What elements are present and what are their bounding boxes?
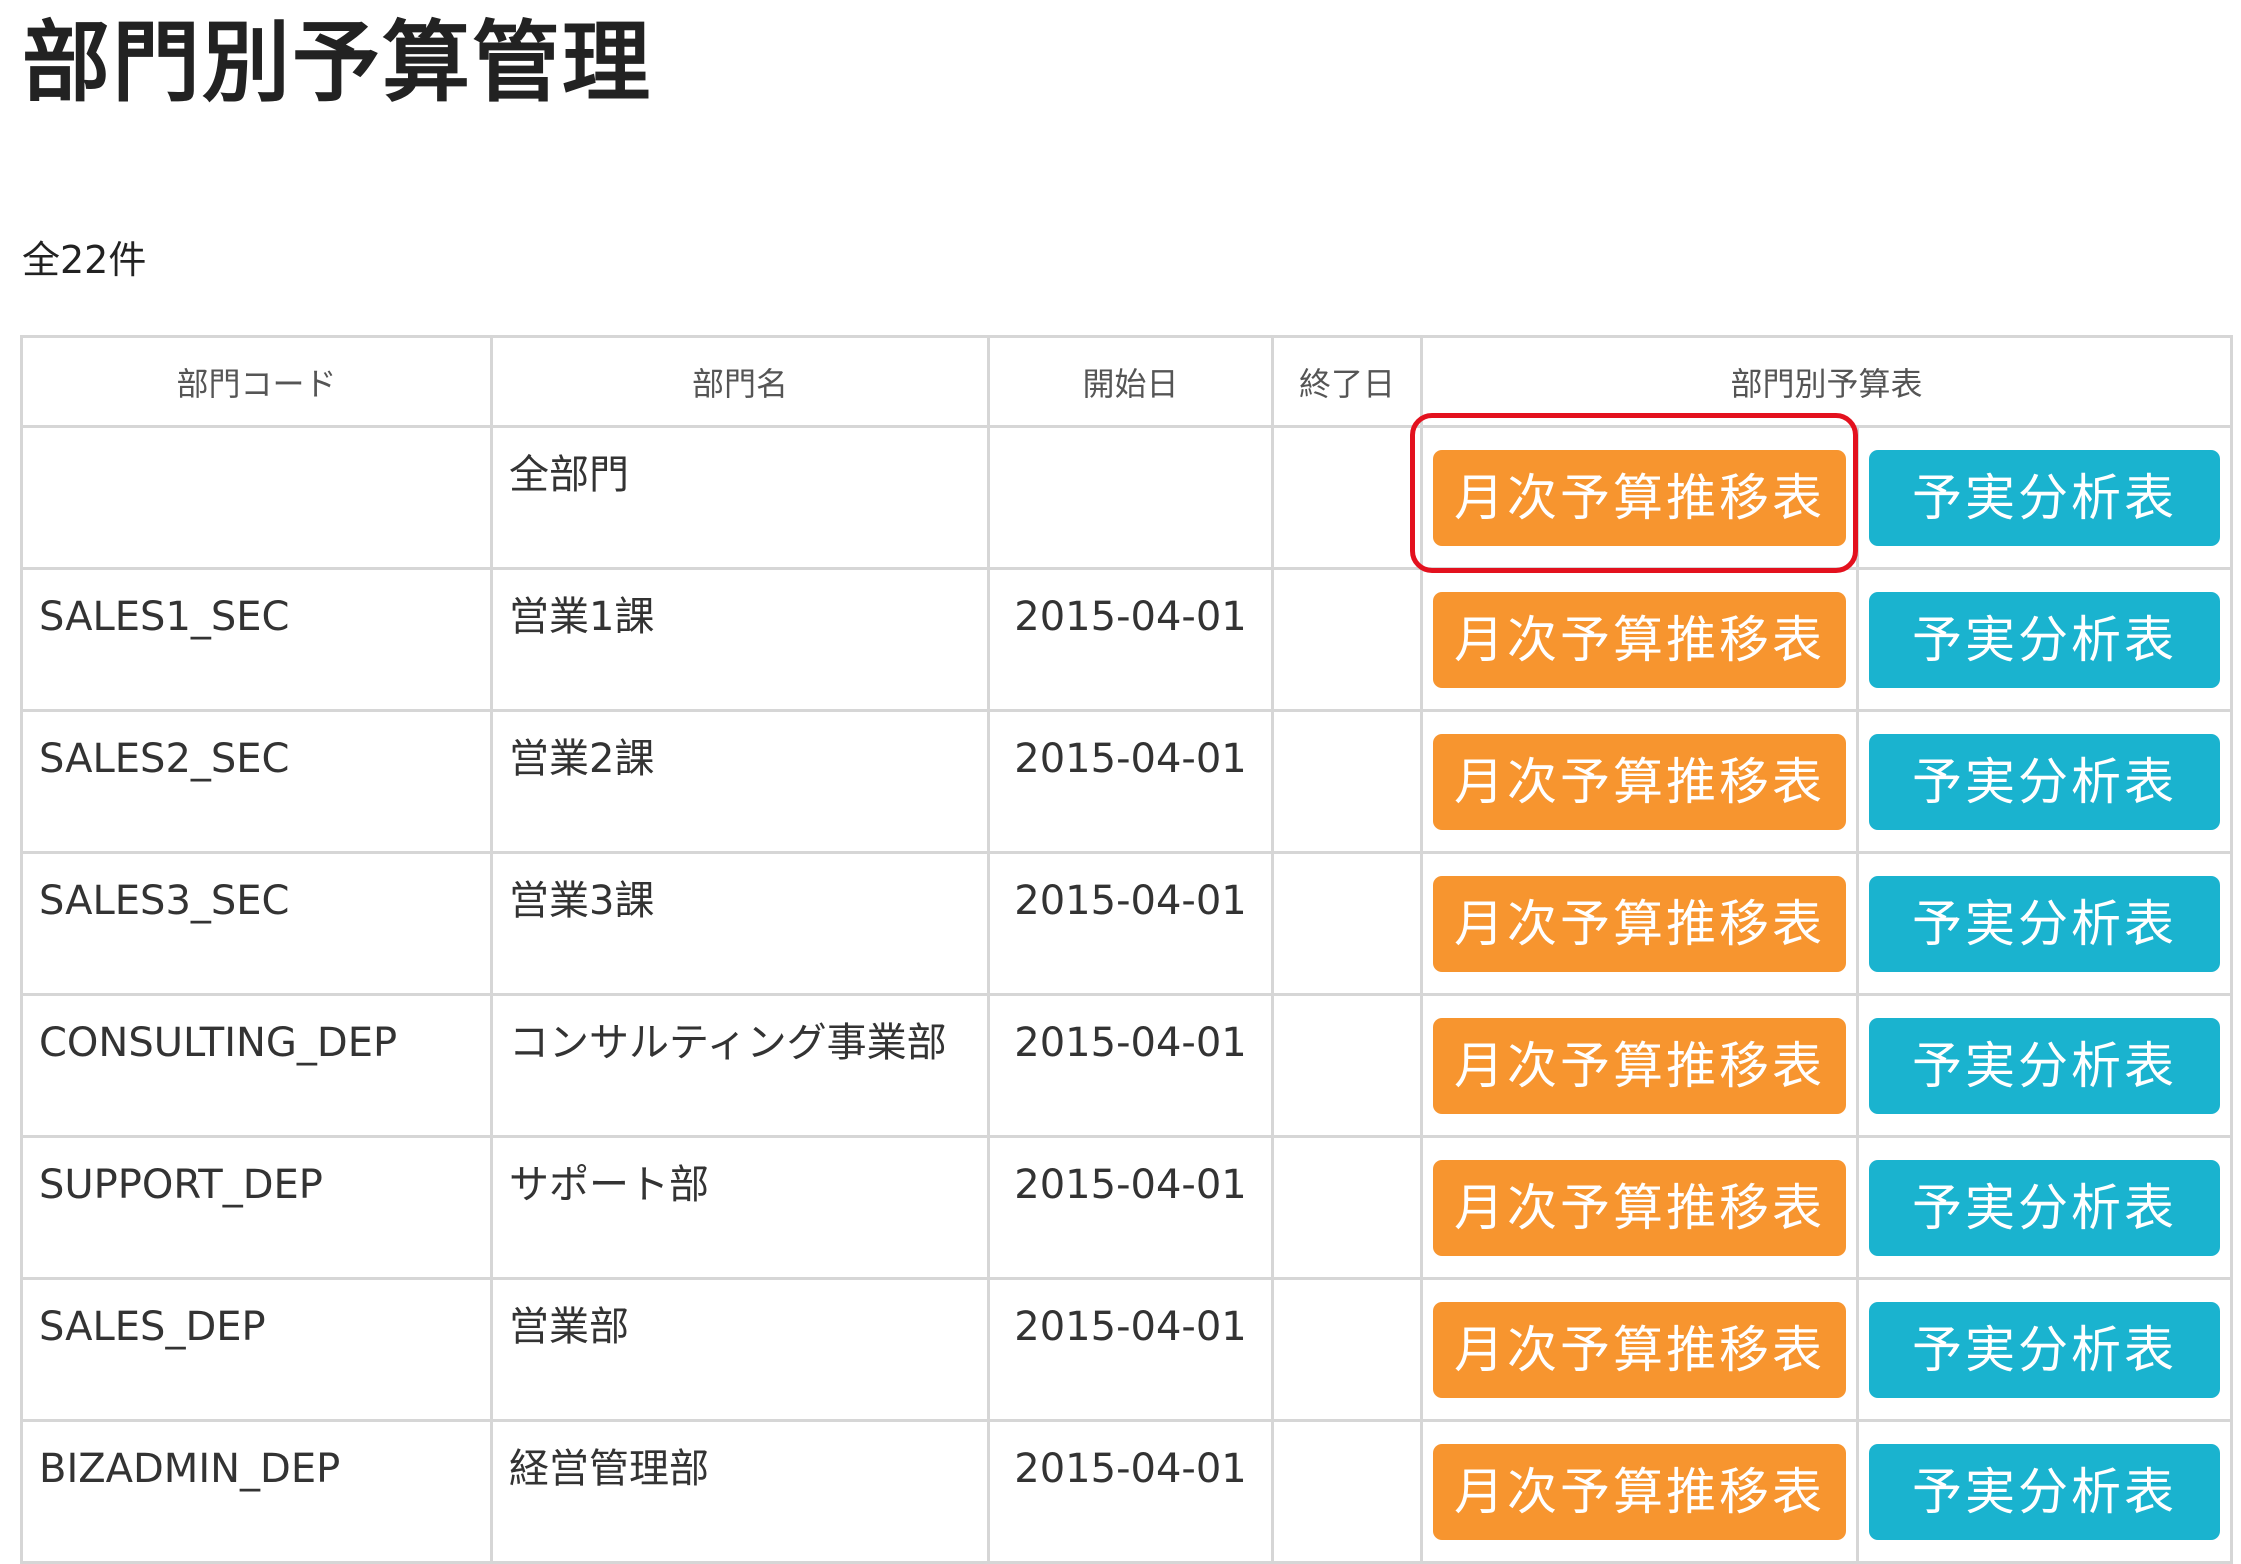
- monthly-budget-button[interactable]: 月次予算推移表: [1433, 1017, 1846, 1114]
- cell-end-date: [1271, 567, 1423, 712]
- cell-end-date: [1271, 1277, 1423, 1422]
- cell-end-date: [1271, 1135, 1423, 1280]
- header-dept-code: 部門コード: [20, 335, 493, 428]
- cell-monthly: 月次予算推移表: [1420, 1135, 1859, 1280]
- header-dept-name: 部門名: [490, 335, 990, 428]
- budget-analysis-button[interactable]: 予実分析表: [1869, 1301, 2221, 1398]
- cell-start-date: 2015-04-01: [987, 993, 1274, 1138]
- header-start-date: 開始日: [987, 335, 1274, 428]
- cell-end-date: [1271, 1419, 1423, 1564]
- monthly-budget-button[interactable]: 月次予算推移表: [1433, 591, 1846, 688]
- budget-analysis-button[interactable]: 予実分析表: [1869, 1443, 2221, 1540]
- cell-dept-code: SALES3_SEC: [20, 851, 493, 996]
- cell-monthly: 月次予算推移表: [1420, 993, 1859, 1138]
- cell-monthly: 月次予算推移表: [1420, 567, 1859, 712]
- monthly-budget-button[interactable]: 月次予算推移表: [1433, 1159, 1846, 1256]
- cell-start-date: [987, 425, 1274, 570]
- monthly-budget-button[interactable]: 月次予算推移表: [1433, 875, 1846, 972]
- cell-analysis: 予実分析表: [1855, 993, 2234, 1138]
- cell-end-date: [1271, 993, 1423, 1138]
- cell-dept-code: BIZADMIN_DEP: [20, 1419, 493, 1564]
- table-row: SALES_DEP 営業部 2015-04-01 月次予算推移表 予実分析表: [20, 1277, 2234, 1422]
- cell-dept-name: サポート部: [490, 1135, 990, 1280]
- cell-dept-name: 営業3課: [490, 851, 990, 996]
- department-table: 部門コード 部門名 開始日 終了日 部門別予算表 全部門 月次予算推移表 予実分…: [20, 335, 2234, 1564]
- cell-dept-name: 全部門: [490, 425, 990, 570]
- budget-analysis-button[interactable]: 予実分析表: [1869, 1017, 2221, 1114]
- cell-end-date: [1271, 851, 1423, 996]
- cell-monthly: 月次予算推移表: [1420, 425, 1859, 570]
- budget-analysis-button[interactable]: 予実分析表: [1869, 733, 2221, 830]
- table-row: SALES3_SEC 営業3課 2015-04-01 月次予算推移表 予実分析表: [20, 851, 2234, 996]
- budget-analysis-button[interactable]: 予実分析表: [1869, 591, 2221, 688]
- budget-analysis-button[interactable]: 予実分析表: [1869, 875, 2221, 972]
- page-title: 部門別予算管理: [22, 11, 653, 114]
- cell-start-date: 2015-04-01: [987, 1135, 1274, 1280]
- monthly-budget-button[interactable]: 月次予算推移表: [1433, 733, 1846, 830]
- table-row: SALES2_SEC 営業2課 2015-04-01 月次予算推移表 予実分析表: [20, 709, 2234, 854]
- cell-analysis: 予実分析表: [1855, 1419, 2234, 1564]
- header-end-date: 終了日: [1271, 335, 1423, 428]
- cell-dept-name: 営業2課: [490, 709, 990, 854]
- budget-analysis-button[interactable]: 予実分析表: [1869, 449, 2221, 546]
- cell-monthly: 月次予算推移表: [1420, 851, 1859, 996]
- cell-end-date: [1271, 425, 1423, 570]
- total-count: 全22件: [22, 238, 147, 282]
- cell-start-date: 2015-04-01: [987, 1277, 1274, 1422]
- cell-dept-code: SALES2_SEC: [20, 709, 493, 854]
- cell-dept-name: コンサルティング事業部: [490, 993, 990, 1138]
- cell-analysis: 予実分析表: [1855, 1135, 2234, 1280]
- table-row: SUPPORT_DEP サポート部 2015-04-01 月次予算推移表 予実分…: [20, 1135, 2234, 1280]
- monthly-budget-button[interactable]: 月次予算推移表: [1433, 1301, 1846, 1398]
- table-row: CONSULTING_DEP コンサルティング事業部 2015-04-01 月次…: [20, 993, 2234, 1138]
- cell-analysis: 予実分析表: [1855, 567, 2234, 712]
- cell-start-date: 2015-04-01: [987, 1419, 1274, 1564]
- table-header-row: 部門コード 部門名 開始日 終了日 部門別予算表: [20, 335, 2234, 428]
- cell-end-date: [1271, 709, 1423, 854]
- cell-analysis: 予実分析表: [1855, 1277, 2234, 1422]
- table-row: 全部門 月次予算推移表 予実分析表: [20, 425, 2234, 570]
- cell-monthly: 月次予算推移表: [1420, 709, 1859, 854]
- cell-start-date: 2015-04-01: [987, 567, 1274, 712]
- cell-dept-code: SUPPORT_DEP: [20, 1135, 493, 1280]
- cell-analysis: 予実分析表: [1855, 709, 2234, 854]
- budget-analysis-button[interactable]: 予実分析表: [1869, 1159, 2221, 1256]
- cell-monthly: 月次予算推移表: [1420, 1419, 1859, 1564]
- cell-dept-code: CONSULTING_DEP: [20, 993, 493, 1138]
- cell-dept-code: SALES_DEP: [20, 1277, 493, 1422]
- cell-dept-code: [20, 425, 493, 570]
- monthly-budget-button[interactable]: 月次予算推移表: [1433, 1443, 1846, 1540]
- cell-start-date: 2015-04-01: [987, 851, 1274, 996]
- cell-dept-code: SALES1_SEC: [20, 567, 493, 712]
- table-row: SALES1_SEC 営業1課 2015-04-01 月次予算推移表 予実分析表: [20, 567, 2234, 712]
- cell-analysis: 予実分析表: [1855, 425, 2234, 570]
- table-row: BIZADMIN_DEP 経営管理部 2015-04-01 月次予算推移表 予実…: [20, 1419, 2234, 1564]
- cell-start-date: 2015-04-01: [987, 709, 1274, 854]
- monthly-budget-button[interactable]: 月次予算推移表: [1433, 449, 1846, 546]
- cell-dept-name: 経営管理部: [490, 1419, 990, 1564]
- cell-analysis: 予実分析表: [1855, 851, 2234, 996]
- header-dept-budget: 部門別予算表: [1419, 335, 2234, 428]
- cell-dept-name: 営業1課: [490, 567, 990, 712]
- cell-monthly: 月次予算推移表: [1420, 1277, 1859, 1422]
- cell-dept-name: 営業部: [490, 1277, 990, 1422]
